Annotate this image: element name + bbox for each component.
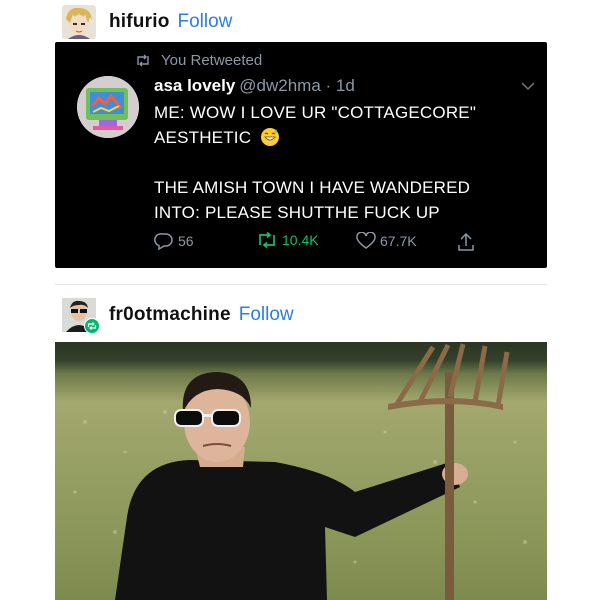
username[interactable]: hifurio <box>109 11 170 33</box>
retweet-label: You Retweeted <box>161 52 263 69</box>
username[interactable]: fr0otmachine <box>109 304 231 326</box>
retweet-icon <box>259 232 275 248</box>
like-icon <box>356 232 376 249</box>
tweet-text-line: THE AMISH TOWN I HAVE WANDERED <box>154 178 471 197</box>
retweet-icon <box>137 54 149 67</box>
tweet-card: You Retweeted asa lovely @dw2hma · 1d ME:… <box>55 42 547 268</box>
tweet-handle-time: @dw2hma · 1d <box>239 76 355 95</box>
share-button[interactable] <box>456 232 480 252</box>
retweet-button[interactable]: 10.4K <box>256 232 319 248</box>
reply-button[interactable]: 56 <box>154 232 194 250</box>
tweet-display-name[interactable]: asa lovely <box>154 76 235 95</box>
tweet-avatar[interactable] <box>77 76 139 138</box>
follow-button[interactable]: Follow <box>178 11 233 33</box>
retweet-indicator: You Retweeted <box>135 52 262 69</box>
avatar[interactable] <box>62 5 96 39</box>
grinning-sweat-emoji-icon <box>261 128 280 146</box>
tweet-text-line: ME: WOW I LOVE UR "COTTAGECORE" <box>154 103 477 122</box>
reblog-badge-icon <box>84 318 100 334</box>
tweet-header: asa lovely @dw2hma · 1d <box>154 76 355 96</box>
share-icon <box>458 232 474 251</box>
post-photo <box>55 342 547 600</box>
like-count: 67.7K <box>380 233 417 249</box>
post-header-fr0otmachine: fr0otmachine Follow <box>62 295 294 335</box>
tweet-text-line: INTO: PLEASE SHUTTHE FUCK UP <box>154 203 440 222</box>
reply-count: 56 <box>178 233 194 249</box>
reply-icon <box>154 233 173 250</box>
retweet-count: 10.4K <box>282 232 319 248</box>
post-divider <box>55 284 547 285</box>
follow-button[interactable]: Follow <box>239 304 294 326</box>
tweet-actions: 56 10.4K 67.7K <box>154 232 534 256</box>
post-header-hifurio: hifurio Follow <box>62 2 232 42</box>
avatar[interactable] <box>62 298 100 334</box>
chevron-down-icon[interactable] <box>521 82 535 91</box>
tweet-body: ME: WOW I LOVE UR "COTTAGECORE" AESTHETI… <box>154 100 534 225</box>
like-button[interactable]: 67.7K <box>356 232 417 250</box>
tweet-text-line: AESTHETIC <box>154 128 252 147</box>
